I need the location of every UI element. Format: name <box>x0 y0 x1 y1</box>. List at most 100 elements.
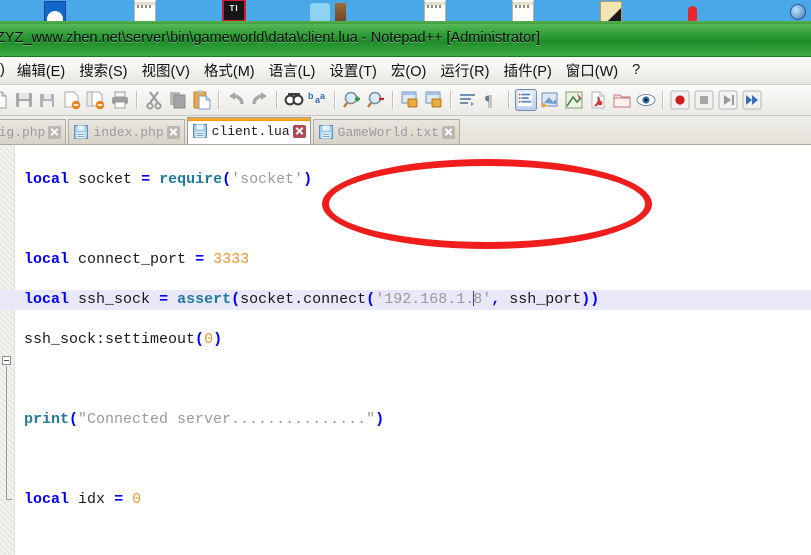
close-file-icon[interactable] <box>86 90 106 110</box>
function-list-icon[interactable] <box>588 90 608 110</box>
menu-edit[interactable]: 编辑(E) <box>10 58 72 84</box>
tok-assert: assert <box>177 291 231 308</box>
save-disk-icon <box>74 125 88 139</box>
tab-config-php[interactable]: nfig.php <box>0 119 66 144</box>
menu-plugins[interactable]: 插件(P) <box>496 58 558 84</box>
code-text[interactable]: local socket = require('socket') local c… <box>15 145 811 555</box>
indent-guide-icon[interactable] <box>515 89 537 111</box>
window-titlebar[interactable]: ZYZ_www.zhen.net\server\bin\gameworld\da… <box>0 24 811 57</box>
menu-window[interactable]: 窗口(W) <box>559 58 625 84</box>
fold-collapse-icon[interactable] <box>2 356 11 365</box>
taskbar-chrome-browser-icon[interactable] <box>310 3 330 22</box>
taskbar-red-marker-icon[interactable] <box>688 6 697 22</box>
tab-close-icon[interactable] <box>167 126 180 139</box>
print-icon[interactable] <box>110 90 130 110</box>
taskbar-notepad-document-icon-1[interactable] <box>134 0 156 22</box>
menu-language[interactable]: 语言(L) <box>262 58 323 84</box>
macro-play-icon[interactable] <box>718 90 738 110</box>
tok-port-value: 3333 <box>213 251 249 268</box>
tok-ip-before-caret: '192.168.1. <box>375 291 474 308</box>
taskbar-book-icon[interactable] <box>600 1 622 22</box>
menu-settings[interactable]: 设置(T) <box>322 58 384 84</box>
show-all-chars-icon[interactable]: ¶ <box>482 90 502 110</box>
save-disk-icon <box>193 124 207 138</box>
tab-close-icon[interactable] <box>48 126 61 139</box>
tok-idx: idx <box>78 491 105 508</box>
tok-settimeout: settimeout <box>105 331 195 348</box>
save-all-icon[interactable] <box>62 90 82 110</box>
toolbar-separator-1 <box>136 91 138 109</box>
taskbar-globe-icon[interactable] <box>790 4 806 20</box>
tab-client-lua[interactable]: client.lua <box>187 117 311 144</box>
undo-icon[interactable] <box>226 90 246 110</box>
menu-search[interactable]: 搜索(S) <box>72 58 134 84</box>
open-file-icon[interactable] <box>14 90 34 110</box>
tok-zero: 0 <box>132 491 141 508</box>
menu-help[interactable]: ? <box>625 60 647 81</box>
tok-ssh-port: ssh_port <box>509 291 581 308</box>
screen: TI ZYZ_www.zhen.net\server\bin\gameworld… <box>0 0 811 555</box>
fold-guide-foot <box>6 499 12 500</box>
svg-text:a: a <box>320 91 326 101</box>
taskbar-notepad-document-icon-3[interactable] <box>512 0 534 22</box>
word-wrap-icon[interactable] <box>458 90 478 110</box>
replace-icon[interactable]: baa <box>308 90 328 110</box>
toolbar-separator-4 <box>334 91 336 109</box>
menu-view[interactable]: 视图(V) <box>135 58 197 84</box>
menu-file-clipped[interactable]: ) <box>0 60 10 81</box>
taskbar-door-icon[interactable] <box>335 3 346 22</box>
tok-socket: socket <box>240 291 294 308</box>
user-language-icon[interactable] <box>540 90 560 110</box>
menu-format[interactable]: 格式(M) <box>197 58 262 84</box>
macro-playmulti-icon[interactable] <box>742 90 762 110</box>
notepadpp-window: ZYZ_www.zhen.net\server\bin\gameworld\da… <box>0 24 811 555</box>
macro-record-icon[interactable] <box>670 90 690 110</box>
tab-index-php[interactable]: index.php <box>68 119 184 144</box>
window-title: ZYZ_www.zhen.net\server\bin\gameworld\da… <box>0 30 540 46</box>
taskbar-ti-app-icon[interactable]: TI <box>222 0 246 22</box>
macro-stop-icon[interactable] <box>694 90 714 110</box>
zoom-out-icon[interactable] <box>366 90 386 110</box>
tab-label: nfig.php <box>0 125 45 140</box>
folder-workspace-icon[interactable] <box>612 90 632 110</box>
tab-close-icon[interactable] <box>442 126 455 139</box>
cut-icon[interactable] <box>144 90 164 110</box>
find-icon[interactable] <box>284 90 304 110</box>
document-map-icon[interactable] <box>564 90 584 110</box>
tab-gameworld-txt[interactable]: GameWorld.txt <box>313 119 460 144</box>
toolbar-separator-2 <box>218 91 220 109</box>
tok-local: local <box>24 251 69 268</box>
toolbar: baa ¶ <box>0 85 811 116</box>
zoom-in-icon[interactable] <box>342 90 362 110</box>
code-line-5: ssh_sock:settimeout(0) <box>15 330 811 350</box>
sync-scroll-v-icon[interactable] <box>400 90 420 110</box>
svg-text:¶: ¶ <box>485 93 493 110</box>
code-line-1: local socket = require('socket') <box>15 170 811 190</box>
new-file-icon[interactable] <box>0 90 10 110</box>
tab-close-icon[interactable] <box>293 125 306 138</box>
toolbar-separator-7 <box>508 91 510 109</box>
tok-connect-port: connect_port <box>78 251 186 268</box>
taskbar-notepad-document-icon-2[interactable] <box>424 0 446 22</box>
tok-require: require <box>159 171 222 188</box>
taskbar-windows-logo-icon[interactable] <box>44 1 66 22</box>
code-line-4: local ssh_sock = assert(socket.connect('… <box>0 290 811 310</box>
tab-label: client.lua <box>212 124 290 139</box>
paste-icon[interactable] <box>192 90 212 110</box>
monitoring-eye-icon[interactable] <box>636 90 656 110</box>
copy-icon[interactable] <box>168 90 188 110</box>
toolbar-separator-3 <box>276 91 278 109</box>
menu-run[interactable]: 运行(R) <box>433 58 496 84</box>
sync-scroll-h-icon[interactable] <box>424 90 444 110</box>
tok-local: local <box>24 491 69 508</box>
tok-print: print <box>24 411 69 428</box>
save-icon[interactable] <box>38 90 58 110</box>
toolbar-separator-8 <box>662 91 664 109</box>
menu-macro[interactable]: 宏(O) <box>384 58 433 84</box>
menubar: ) 编辑(E) 搜索(S) 视图(V) 格式(M) 语言(L) 设置(T) 宏(… <box>0 57 811 85</box>
redo-icon[interactable] <box>250 90 270 110</box>
code-editor[interactable]: local socket = require('socket') local c… <box>0 145 811 555</box>
code-line-7: print("Connected server...............") <box>15 410 811 430</box>
fold-margin[interactable] <box>0 145 15 555</box>
code-line-9: local idx = 0 <box>15 490 811 510</box>
